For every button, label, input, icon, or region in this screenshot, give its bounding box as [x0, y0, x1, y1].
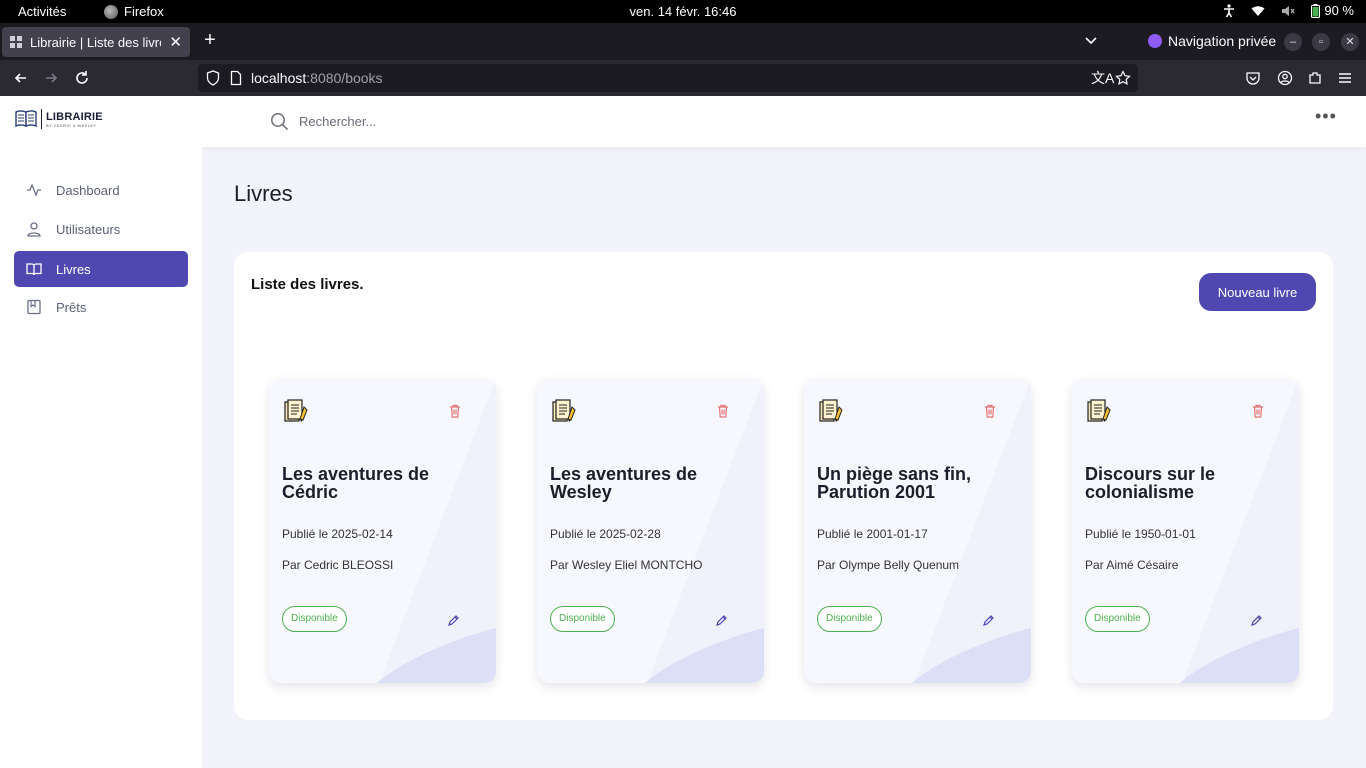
edit-pencil-icon[interactable] — [715, 614, 728, 627]
clock[interactable]: ven. 14 févr. 16:46 — [0, 4, 1366, 19]
delete-trash-icon[interactable] — [449, 404, 461, 418]
edit-pencil-icon[interactable] — [982, 614, 995, 627]
book-author: Par Olympe Belly Quenum — [817, 558, 960, 572]
sidebar-item-label: Livres — [56, 261, 91, 277]
system-tray[interactable]: 90 % — [1223, 3, 1354, 18]
book-card: Les aventures de Cédric Publié le 2025-0… — [269, 378, 496, 683]
book-title: Les aventures de Wesley — [550, 464, 698, 502]
delete-trash-icon[interactable] — [717, 404, 729, 418]
url-bar[interactable]: localhost:8080/books 文A — [198, 64, 1138, 92]
librairie-logo[interactable]: LIBRAIRIE BY CEDRIC & WESLEY — [15, 109, 103, 129]
tab-close-icon[interactable]: ✕ — [169, 33, 182, 51]
close-window-button[interactable]: ✕ — [1341, 33, 1359, 51]
battery-indicator: 90 % — [1311, 3, 1354, 18]
wifi-icon — [1251, 5, 1265, 16]
private-mask-icon — [1148, 34, 1162, 48]
book-card: Un piège sans fin, Parution 2001 Publié … — [804, 378, 1031, 683]
book-publication-date: Publié le 2001-01-17 — [817, 527, 928, 541]
book-author: Par Aimé Césaire — [1085, 558, 1179, 572]
status-badge: Disponible — [550, 606, 615, 632]
book-title: Discours sur le colonialisme — [1085, 464, 1216, 502]
new-book-button[interactable]: Nouveau livre — [1199, 273, 1316, 311]
brand-tagline: BY CEDRIC & WESLEY — [46, 122, 97, 128]
extensions-icon[interactable] — [1307, 70, 1323, 86]
book-edit-icon — [284, 399, 308, 422]
status-badge: Disponible — [1085, 606, 1150, 632]
activity-icon — [27, 183, 41, 197]
sidebar-item-livres[interactable]: Livres — [14, 251, 188, 287]
book-open-icon — [26, 263, 42, 276]
open-book-logo-icon — [15, 110, 37, 128]
books-panel: Liste des livres. Nouveau livre Les aven… — [234, 252, 1333, 720]
list-all-tabs-icon[interactable] — [1084, 33, 1098, 49]
edit-pencil-icon[interactable] — [1250, 614, 1263, 627]
page-info-icon[interactable] — [230, 70, 242, 86]
search-box — [270, 112, 499, 131]
book-publication-date: Publié le 2025-02-14 — [282, 527, 393, 541]
hamburger-menu-icon[interactable] — [1338, 70, 1352, 86]
more-options-icon[interactable]: ••• — [1315, 106, 1337, 127]
sidebar-item-prets[interactable]: Prêts — [14, 289, 188, 325]
book-edit-icon — [819, 399, 843, 422]
book-edit-icon — [1087, 399, 1111, 422]
bookmark-star-icon[interactable] — [1115, 70, 1131, 86]
reload-icon[interactable] — [72, 68, 92, 88]
status-badge: Disponible — [817, 606, 882, 632]
tab-favicon-icon — [10, 36, 22, 48]
book-title: Les aventures de Cédric — [282, 464, 430, 502]
status-badge: Disponible — [282, 606, 347, 632]
delete-trash-icon[interactable] — [1252, 404, 1264, 418]
system-top-bar: Activités Firefox ven. 14 févr. 16:46 90… — [0, 0, 1366, 23]
book-author: Par Cedric BLEOSSI — [282, 558, 394, 572]
sidebar-item-label: Dashboard — [56, 182, 120, 198]
restore-window-button[interactable]: ▫ — [1312, 33, 1330, 51]
book-edit-icon — [552, 399, 576, 422]
tab-title: Librairie | Liste des livres — [30, 34, 162, 50]
battery-icon — [1311, 3, 1321, 18]
brand-name: LIBRAIRIE — [46, 110, 103, 123]
sidebar-item-utilisateurs[interactable]: Utilisateurs — [14, 211, 188, 247]
app-header: LIBRAIRIE BY CEDRIC & WESLEY ••• — [0, 96, 1366, 147]
new-tab-button[interactable]: + — [200, 29, 220, 53]
sidebar-item-label: Prêts — [56, 299, 87, 315]
private-browsing-label: Navigation privée — [1168, 33, 1277, 49]
sidebar-item-dashboard[interactable]: Dashboard — [14, 172, 188, 208]
battery-level: 90 % — [1324, 3, 1354, 18]
book-card: Les aventures de Wesley Publié le 2025-0… — [537, 378, 764, 683]
translate-icon[interactable]: 文A — [1091, 68, 1114, 88]
delete-trash-icon[interactable] — [984, 404, 996, 418]
book-publication-date: Publié le 2025-02-28 — [550, 527, 661, 541]
search-icon[interactable] — [270, 112, 289, 131]
user-icon — [27, 222, 41, 237]
book-publication-date: Publié le 1950-01-01 — [1085, 527, 1196, 541]
book-card: Discours sur le colonialisme Publié le 1… — [1072, 378, 1299, 683]
url-host: localhost — [251, 70, 307, 86]
book-author: Par Wesley Eliel MONTCHO — [550, 558, 703, 572]
url-path: :8080/books — [306, 70, 383, 86]
sidebar-item-label: Utilisateurs — [56, 221, 121, 237]
shield-icon[interactable] — [206, 70, 220, 86]
page-title: Livres — [234, 181, 293, 206]
logo-text: LIBRAIRIE BY CEDRIC & WESLEY — [46, 111, 103, 128]
logo-divider — [41, 109, 42, 129]
browser-nav-bar: localhost:8080/books 文A — [0, 60, 1366, 96]
edit-pencil-icon[interactable] — [447, 614, 460, 627]
panel-title: Liste des livres. — [251, 276, 364, 293]
forward-arrow-icon[interactable] — [41, 68, 61, 88]
minimize-window-button[interactable]: – — [1284, 33, 1302, 51]
sidebar: Dashboard Utilisateurs Livres Prêts — [0, 147, 202, 768]
book-title: Un piège sans fin, Parution 2001 — [817, 464, 972, 502]
pocket-icon[interactable] — [1245, 70, 1261, 86]
browser-tab[interactable]: Librairie | Liste des livres ✕ — [2, 27, 190, 57]
bookmark-book-icon — [27, 299, 41, 315]
search-input[interactable] — [299, 114, 499, 129]
accessibility-icon — [1224, 3, 1235, 17]
account-icon[interactable] — [1277, 70, 1293, 86]
private-browsing-indicator: Navigation privée — [1148, 33, 1276, 49]
volume-muted-icon — [1282, 5, 1295, 16]
back-arrow-icon[interactable] — [11, 68, 31, 88]
